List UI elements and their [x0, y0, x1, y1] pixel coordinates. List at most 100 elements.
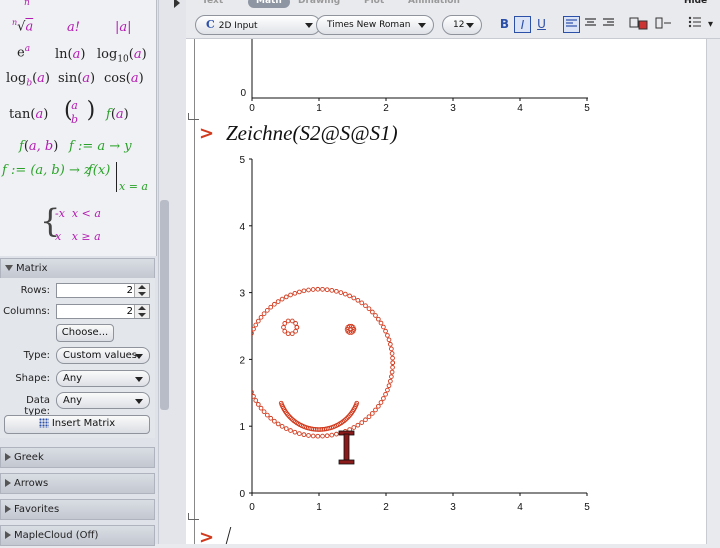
face-circle-point [381, 324, 386, 330]
tab-animation[interactable]: Animation [408, 0, 460, 8]
x-tick-label: 3 [450, 502, 456, 513]
worksheet-scrollbar[interactable] [706, 39, 720, 544]
face-circle-point [351, 295, 357, 301]
face-circle-point [264, 308, 270, 313]
palette-item-sin[interactable]: sin(a) [58, 71, 95, 86]
x-tick-label: 4 [517, 103, 523, 114]
indent-icon[interactable] [654, 16, 674, 33]
face-circle-point [373, 407, 378, 413]
palette-item-partial[interactable]: ‾ [70, 0, 77, 7]
face-circle-point [258, 314, 264, 320]
collapse-arrow-icon[interactable] [174, 0, 180, 8]
face-circle-point [288, 292, 293, 298]
x-tick-label: 2 [383, 502, 389, 513]
face-circle-point [342, 291, 348, 297]
palette-item-nth-root[interactable]: n√a [12, 18, 33, 34]
type-select[interactable]: Custom values [56, 347, 150, 364]
palette-item-function[interactable]: f(a) [106, 107, 129, 122]
palette-item-ln[interactable]: ln(a) [55, 47, 85, 62]
left-eye-point [282, 321, 288, 326]
group-bracket [188, 513, 199, 520]
hide-button[interactable]: Hide [684, 0, 707, 8]
bold-button[interactable]: B [496, 16, 513, 33]
shape-select[interactable]: Any [56, 370, 150, 387]
tab-drawing[interactable]: Drawing [298, 0, 340, 8]
piecewise-row-1: -x x < a [55, 207, 101, 220]
tab-text[interactable]: Text [202, 0, 223, 8]
face-circle-point [301, 288, 307, 294]
palette-item-nthroot-partial[interactable]: n [24, 0, 30, 9]
list-icon[interactable] [686, 16, 703, 33]
shape-label: Shape: [15, 373, 50, 384]
palette-item-eval-at[interactable]: f(x) [88, 163, 110, 178]
palette-item-partial2[interactable]: ‾ [116, 0, 123, 7]
section-arrows-header[interactable]: Arrows [0, 473, 155, 494]
section-matrix-header[interactable]: Matrix [0, 258, 155, 279]
insert-matrix-button[interactable]: Insert Matrix [4, 415, 150, 434]
face-circle-point [261, 409, 267, 415]
section-greek-header[interactable]: Greek [0, 447, 155, 468]
group-bracket [188, 113, 199, 120]
stepper-arrows-icon[interactable] [134, 305, 149, 318]
align-center-icon[interactable] [582, 16, 599, 33]
align-right-icon[interactable] [600, 16, 617, 33]
palette-item-cos[interactable]: cos(a) [104, 71, 144, 86]
italic-button[interactable]: I [514, 16, 531, 33]
face-circle-point [375, 403, 381, 409]
face-circle-point [366, 306, 372, 312]
font-size-select[interactable]: 12 [442, 15, 482, 35]
face-circle-point [297, 431, 302, 436]
underline-button[interactable]: U [533, 16, 550, 33]
palette-scroll-thumb[interactable] [160, 200, 169, 410]
input-command[interactable]: Zeichne(S2@S@S1) [226, 121, 398, 146]
palette-item-exp[interactable]: ea [17, 44, 30, 60]
palette-item-binomial-inner: ab [71, 99, 79, 126]
palette-item-assign-arrow[interactable]: f := a → y [69, 139, 132, 154]
face-circle-point [288, 428, 293, 433]
rows-stepper[interactable]: 2 [56, 283, 150, 298]
plot-top[interactable]: 0 1 2 3 4 5 0 [230, 39, 600, 114]
palette-item-function-2args[interactable]: f(a, b) [19, 139, 58, 154]
view-options-icon[interactable] [628, 16, 650, 33]
section-maplecloud-header[interactable]: MapleCloud (Off) [0, 525, 155, 546]
x-tick-label: 1 [316, 502, 322, 513]
stepper-arrows-icon[interactable] [134, 284, 149, 297]
face-circle-point [387, 378, 393, 384]
prompt-icon: > [199, 527, 215, 548]
plot-smiley[interactable]: 0 1 2 3 4 5 0 1 2 3 4 5 [230, 152, 600, 517]
palette-item-log10[interactable]: log10(a) [97, 47, 147, 65]
face-circle-point [320, 433, 325, 439]
font-select[interactable]: Times New Roman [316, 15, 434, 35]
palette-item-factorial[interactable]: a! [67, 20, 80, 35]
palette-item-function-def[interactable]: f := (a, b) → z [2, 163, 91, 178]
face-circle-point [373, 313, 378, 318]
face-circle-point [329, 432, 335, 438]
y-tick-label: 4 [239, 222, 245, 233]
face-circle-point [246, 382, 250, 386]
face-circle-point [252, 336, 253, 339]
palette-item-logb[interactable]: logb(a) [6, 71, 50, 89]
face-circle-point [351, 425, 357, 430]
panel-splitter[interactable] [172, 0, 187, 544]
face-circle-point [246, 340, 250, 344]
tab-plot[interactable]: Plot [364, 0, 384, 8]
face-circle-point [272, 418, 277, 424]
choose-button[interactable]: Choose... [56, 324, 114, 342]
section-favorites-header[interactable]: Favorites [0, 499, 155, 520]
input-mode-select[interactable]: C 2D Input [195, 15, 321, 35]
more-options-icon[interactable]: ▾ [702, 16, 719, 33]
palette-item-binomial[interactable]: ( ) [64, 98, 95, 123]
face-circle-point [244, 349, 248, 353]
ibeam-cursor-icon [338, 430, 355, 465]
palette-item-abs[interactable]: |a| [115, 20, 132, 35]
tab-math[interactable]: Math [248, 0, 290, 8]
face-circle-point [320, 286, 325, 292]
face-circle-point [383, 328, 388, 334]
datatype-select[interactable]: Any [56, 392, 150, 409]
face-circle-point [252, 389, 254, 395]
palette-item-tan[interactable]: tan(a) [9, 107, 48, 122]
face-circle-point [381, 396, 386, 401]
columns-stepper[interactable]: 2 [56, 304, 150, 319]
align-left-icon[interactable] [563, 16, 580, 33]
face-circle-point [253, 322, 259, 328]
